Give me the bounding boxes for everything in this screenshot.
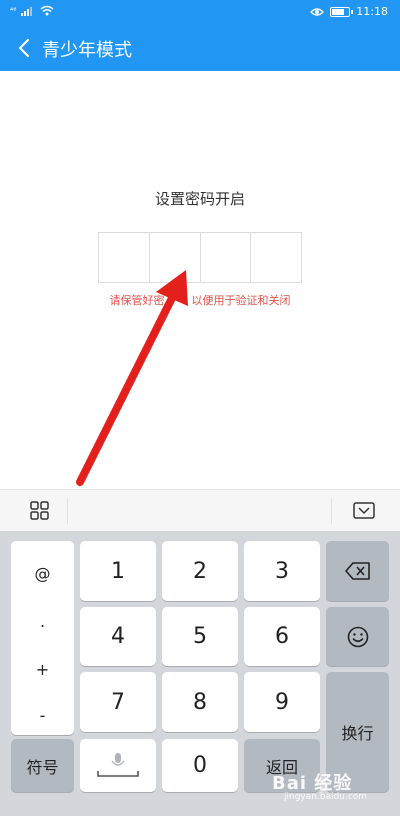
key-1[interactable]: 1 (80, 541, 156, 601)
key-dot[interactable]: . (11, 597, 74, 645)
status-bar: ⁴⁶ 11:18 (0, 0, 400, 26)
key-9[interactable]: 9 (244, 672, 320, 732)
keyboard-toolbar (0, 489, 400, 531)
key-plus[interactable]: + (11, 645, 74, 693)
password-digit-box[interactable] (99, 233, 150, 282)
smiley-icon (347, 626, 368, 647)
watermark: Bai 经验 jingyan.baidu.com (272, 769, 392, 809)
battery-fill (332, 8, 345, 15)
emoji-key[interactable] (326, 607, 389, 666)
backspace-icon (344, 562, 370, 580)
password-digit-box[interactable] (251, 233, 301, 282)
backspace-key[interactable] (326, 541, 389, 601)
key-6[interactable]: 6 (244, 607, 320, 666)
key-2[interactable]: 2 (162, 541, 238, 601)
password-digit-box[interactable] (150, 233, 201, 282)
status-left: ⁴⁶ (10, 5, 54, 16)
keyboard-collapse-icon (353, 502, 375, 519)
main-content: 设置密码开启 请保管好密 以便用于验证和关闭 (0, 71, 400, 484)
password-digit-box[interactable] (201, 233, 252, 282)
eye-comfort-icon (310, 7, 325, 16)
battery-icon (330, 6, 354, 17)
chevron-left-icon (18, 38, 30, 58)
space-key[interactable] (80, 739, 156, 792)
password-hint: 请保管好密 以便用于验证和关闭 (0, 292, 400, 308)
password-input[interactable] (98, 232, 302, 283)
watermark-url: jingyan.baidu.com (284, 792, 368, 802)
grid-icon (30, 501, 49, 520)
microphone-space-icon (97, 752, 139, 777)
hint-text-part1: 请保管好密 (109, 294, 165, 307)
status-right: 11:18 (310, 5, 388, 18)
key-8[interactable]: 8 (162, 672, 238, 732)
wifi-icon (40, 5, 54, 16)
page-title: 青少年模式 (42, 40, 132, 61)
key-5[interactable]: 5 (162, 607, 238, 666)
hide-keyboard-button[interactable] (350, 499, 378, 523)
app-header: 青少年模式 (0, 26, 400, 71)
key-4[interactable]: 4 (80, 607, 156, 666)
key-at[interactable]: @ (11, 549, 74, 597)
signal-icon (21, 7, 33, 16)
key-minus[interactable]: - (11, 691, 74, 739)
network-type-label: ⁴⁶ (10, 6, 17, 15)
toolbar-divider (331, 498, 332, 524)
symbol-column: @ . + - (11, 541, 74, 735)
toolbar-divider (67, 498, 68, 524)
clock: 11:18 (356, 5, 388, 18)
key-7[interactable]: 7 (80, 672, 156, 732)
back-button[interactable] (10, 34, 38, 62)
key-0[interactable]: 0 (162, 739, 238, 792)
key-3[interactable]: 3 (244, 541, 320, 601)
password-title: 设置密码开启 (154, 190, 245, 208)
symbols-key[interactable]: 符号 (11, 739, 74, 792)
hint-text-part2: 以便用于验证和关闭 (191, 294, 291, 307)
keyboard-menu-button[interactable] (26, 499, 54, 523)
